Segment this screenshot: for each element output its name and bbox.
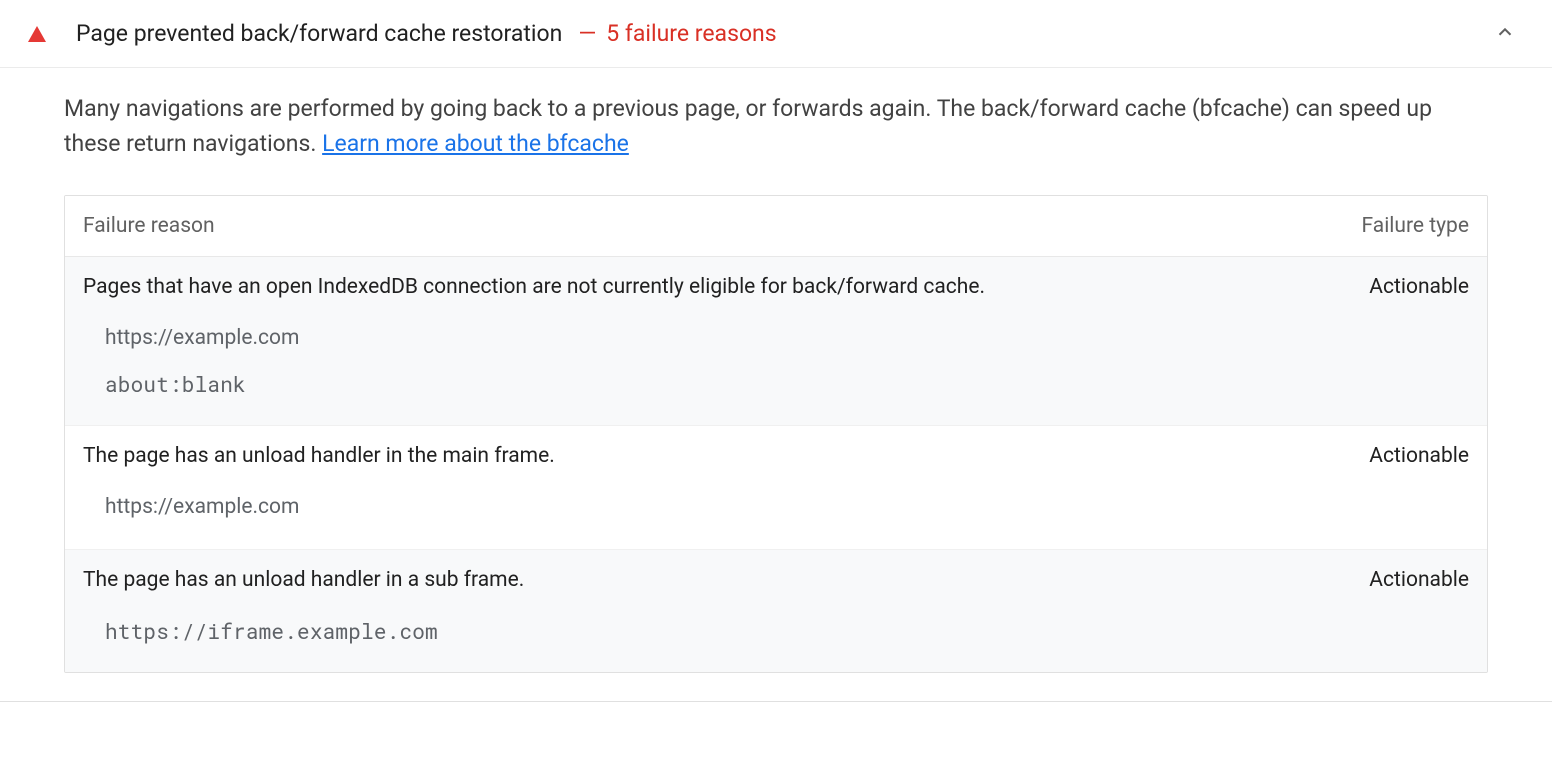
failure-type: Actionable — [1369, 568, 1469, 592]
table-row-main: Pages that have an open IndexedDB connec… — [65, 257, 1487, 307]
failure-reason: The page has an unload handler in the ma… — [83, 444, 1369, 468]
failure-url: https://example.com — [105, 484, 1469, 530]
table-row-main: The page has an unload handler in a sub … — [65, 550, 1487, 600]
table-row: The page has an unload handler in the ma… — [65, 426, 1487, 549]
chevron-up-icon[interactable] — [1494, 21, 1516, 47]
table-header: Failure reason Failure type — [65, 196, 1487, 257]
failure-type: Actionable — [1369, 444, 1469, 468]
failure-reason: The page has an unload handler in a sub … — [83, 568, 1369, 592]
col-failure-type: Failure type — [1362, 214, 1469, 238]
audit-description: Many navigations are performed by going … — [64, 92, 1488, 161]
failure-url: about:blank — [105, 361, 1469, 407]
failure-count: 5 failure reasons — [606, 20, 776, 47]
audit-title: Page prevented back/forward cache restor… — [76, 20, 562, 47]
failure-urls: https://example.comabout:blank — [65, 307, 1487, 425]
table-row-main: The page has an unload handler in the ma… — [65, 426, 1487, 476]
failure-url: https://iframe.example.com — [105, 608, 1469, 654]
warning-triangle-icon — [28, 26, 46, 42]
audit-container: Page prevented back/forward cache restor… — [0, 0, 1552, 702]
failure-reason: Pages that have an open IndexedDB connec… — [83, 275, 1369, 299]
failure-urls: https://iframe.example.com — [65, 600, 1487, 672]
dash-separator: — — [578, 20, 596, 47]
col-failure-reason: Failure reason — [83, 214, 215, 238]
failure-url: https://example.com — [105, 315, 1469, 361]
learn-more-link[interactable]: Learn more about the bfcache — [322, 130, 629, 157]
audit-header[interactable]: Page prevented back/forward cache restor… — [0, 0, 1552, 68]
table-row: Pages that have an open IndexedDB connec… — [65, 257, 1487, 426]
failure-type: Actionable — [1369, 275, 1469, 299]
audit-body: Many navigations are performed by going … — [0, 68, 1552, 701]
failure-urls: https://example.com — [65, 476, 1487, 548]
description-text: Many navigations are performed by going … — [64, 95, 1432, 157]
table-row: The page has an unload handler in a sub … — [65, 550, 1487, 672]
failure-table: Failure reason Failure type Pages that h… — [64, 195, 1488, 673]
